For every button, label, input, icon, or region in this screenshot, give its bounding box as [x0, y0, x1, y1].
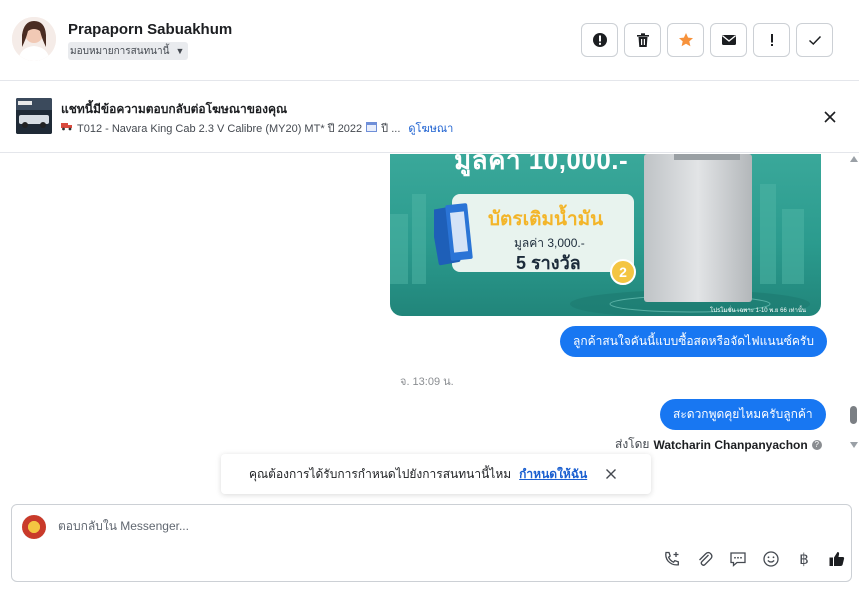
ad-subtitle-more: ปี ...: [381, 123, 401, 135]
promo-footnote: โปรโมชั่น เฉพาะ 1-10 พ.ย 66 เท่านั้น: [710, 308, 807, 314]
close-toast-button[interactable]: [605, 468, 617, 480]
delete-button[interactable]: [624, 23, 661, 57]
ad-thumbnail[interactable]: [16, 98, 52, 134]
call-button[interactable]: [662, 549, 682, 569]
ad-bar-subtitle: T012 - Navara King Cab 2.3 V Calibre (MY…: [61, 119, 453, 137]
promo-card-prize: 5 รางวัล: [516, 253, 581, 273]
paperclip-icon: [699, 551, 713, 566]
phone-add-icon: [665, 551, 679, 566]
close-icon: [824, 111, 836, 123]
composer-tools: ฿: [662, 549, 847, 569]
mark-unread-button[interactable]: [710, 23, 747, 57]
assign-to-me-link[interactable]: กำหนดให้ฉัน: [519, 465, 587, 484]
trash-icon: [636, 33, 649, 47]
thread-scrollbar[interactable]: [848, 154, 859, 454]
exclamation-icon: [770, 34, 773, 46]
ad-bar-title: แชทนี้มีข้อความตอบกลับต่อโฆษณาของคุณ: [61, 102, 288, 116]
scroll-up-arrow-icon[interactable]: [850, 156, 858, 162]
thumbs-up-icon: [829, 552, 845, 566]
promo-headline: มูลค่า 10,000.-: [454, 154, 629, 175]
outgoing-message[interactable]: สะดวกพูดคุยไหมครับลูกค้า: [660, 399, 826, 430]
caret-down-icon: ▼: [175, 46, 185, 56]
mark-spam-button[interactable]: [581, 23, 618, 57]
assign-prompt-text: คุณต้องการได้รับการกำหนดไปยังการสนทนานี้…: [249, 466, 512, 481]
truck-icon: [61, 122, 73, 134]
emoji-button[interactable]: [761, 549, 781, 569]
view-ad-link[interactable]: ดูโฆษณา: [408, 119, 453, 137]
ad-context-bar: แชทนี้มีข้อความตอบกลับต่อโฆษณาของคุณ T01…: [0, 82, 859, 153]
user-name: Prapaporn Sabuakhum: [68, 21, 233, 38]
medal-badge: 2: [610, 259, 636, 285]
reply-input[interactable]: [58, 519, 758, 533]
assign-label: มอบหมายการสนทนานี้: [70, 45, 170, 57]
page-avatar: [22, 515, 46, 539]
envelope-icon: [721, 35, 736, 45]
sender-name: Watcharin Chanpanyachon: [653, 437, 808, 452]
payment-baht-button[interactable]: ฿: [794, 549, 814, 569]
fridge-image: [644, 154, 752, 302]
promo-image-message[interactable]: มูลค่า 10,000.- บัตรเติมน้ำมัน มูลค่า 3,…: [390, 154, 821, 316]
reply-composer: ฿: [11, 504, 852, 582]
sent-by-prefix: ส่งโดย: [615, 437, 650, 451]
smiley-icon: [763, 551, 779, 567]
close-ad-bar-button[interactable]: [822, 109, 838, 125]
star-button[interactable]: [667, 23, 704, 57]
like-button[interactable]: [827, 549, 847, 569]
calendar-icon: [366, 121, 378, 135]
scroll-thumb[interactable]: [850, 406, 857, 424]
info-icon[interactable]: ?: [811, 439, 822, 450]
message-timestamp: จ. 13:09 น.: [400, 376, 454, 388]
ad-subtitle-text: T012 - Navara King Cab 2.3 V Calibre (MY…: [77, 123, 363, 135]
star-icon: [678, 33, 693, 47]
attach-button[interactable]: [695, 549, 715, 569]
alert-circle-icon: [592, 33, 607, 47]
sent-by-label: ส่งโดย Watcharin Chanpanyachon ?: [615, 435, 822, 454]
conversation-header: Prapaporn Sabuakhum มอบหมายการสนทนานี้ ▼: [0, 0, 859, 81]
saved-replies-button[interactable]: [728, 549, 748, 569]
user-avatar[interactable]: [12, 17, 56, 61]
message-thread: มูลค่า 10,000.- บัตรเติมน้ำมัน มูลค่า 3,…: [0, 154, 859, 454]
follow-up-button[interactable]: [753, 23, 790, 57]
check-icon: [808, 35, 821, 46]
close-icon: [606, 469, 617, 479]
promo-card-title: บัตรเติมน้ำมัน: [488, 209, 604, 230]
mark-done-button[interactable]: [796, 23, 833, 57]
header-actions: [581, 23, 833, 57]
outgoing-message[interactable]: ลูกค้าสนใจคันนี้แบบซื้อสดหรือจัดไฟแนนซ์ค…: [560, 326, 827, 357]
assign-prompt-toast: คุณต้องการได้รับการกำหนดไปยังการสนทนานี้…: [221, 454, 651, 494]
chat-bubble-icon: [730, 552, 746, 567]
assign-conversation-dropdown[interactable]: มอบหมายการสนทนานี้ ▼: [68, 42, 189, 60]
scroll-down-arrow-icon[interactable]: [850, 442, 858, 448]
